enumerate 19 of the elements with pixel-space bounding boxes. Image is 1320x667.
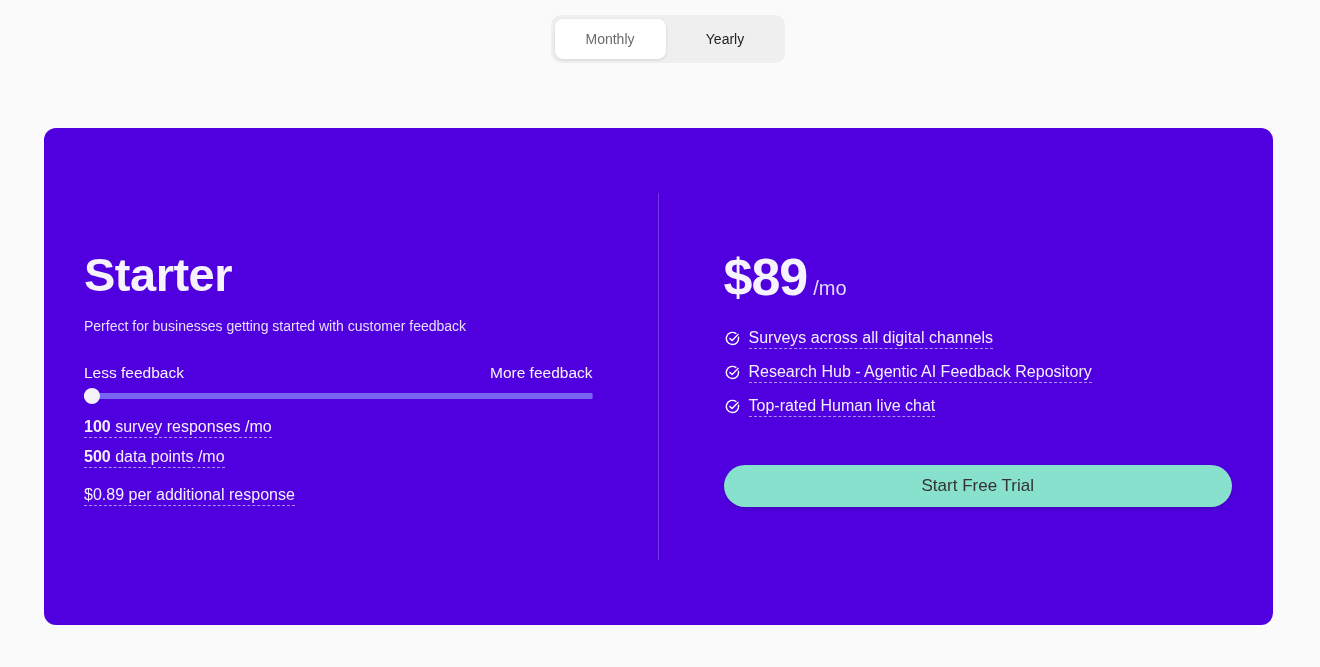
price-period: /mo <box>813 276 847 300</box>
additional-rate-text: $0.89 per additional response <box>84 485 295 506</box>
usage-limit-text: 100 survey responses /mo <box>84 417 272 438</box>
billing-option-tab[interactable]: Monthly <box>554 19 666 59</box>
check-circle-icon <box>724 399 740 414</box>
feature-text: Surveys across all digital channels <box>748 328 994 349</box>
slider-min-label: Less feedback <box>84 363 184 382</box>
slider-max-label: More feedback <box>489 363 593 382</box>
check-circle-icon <box>724 331 740 346</box>
start-trial-button[interactable]: Start Free Trial <box>723 464 1232 507</box>
plan-description: Perfect for businesses getting started with customer feedback <box>84 317 467 334</box>
price-amount: $89 <box>723 246 808 307</box>
slider-handle[interactable] <box>84 387 100 404</box>
feature-text: Research Hub - Agentic AI Feedback Repository <box>748 362 1092 383</box>
plan-title: Starter <box>84 247 232 302</box>
feature-text: Top-rated Human live chat <box>748 396 936 417</box>
usage-limit-text: 500 data points /mo <box>84 447 225 468</box>
check-circle-icon <box>724 365 740 380</box>
billing-option-tab[interactable]: Yearly <box>669 19 781 59</box>
